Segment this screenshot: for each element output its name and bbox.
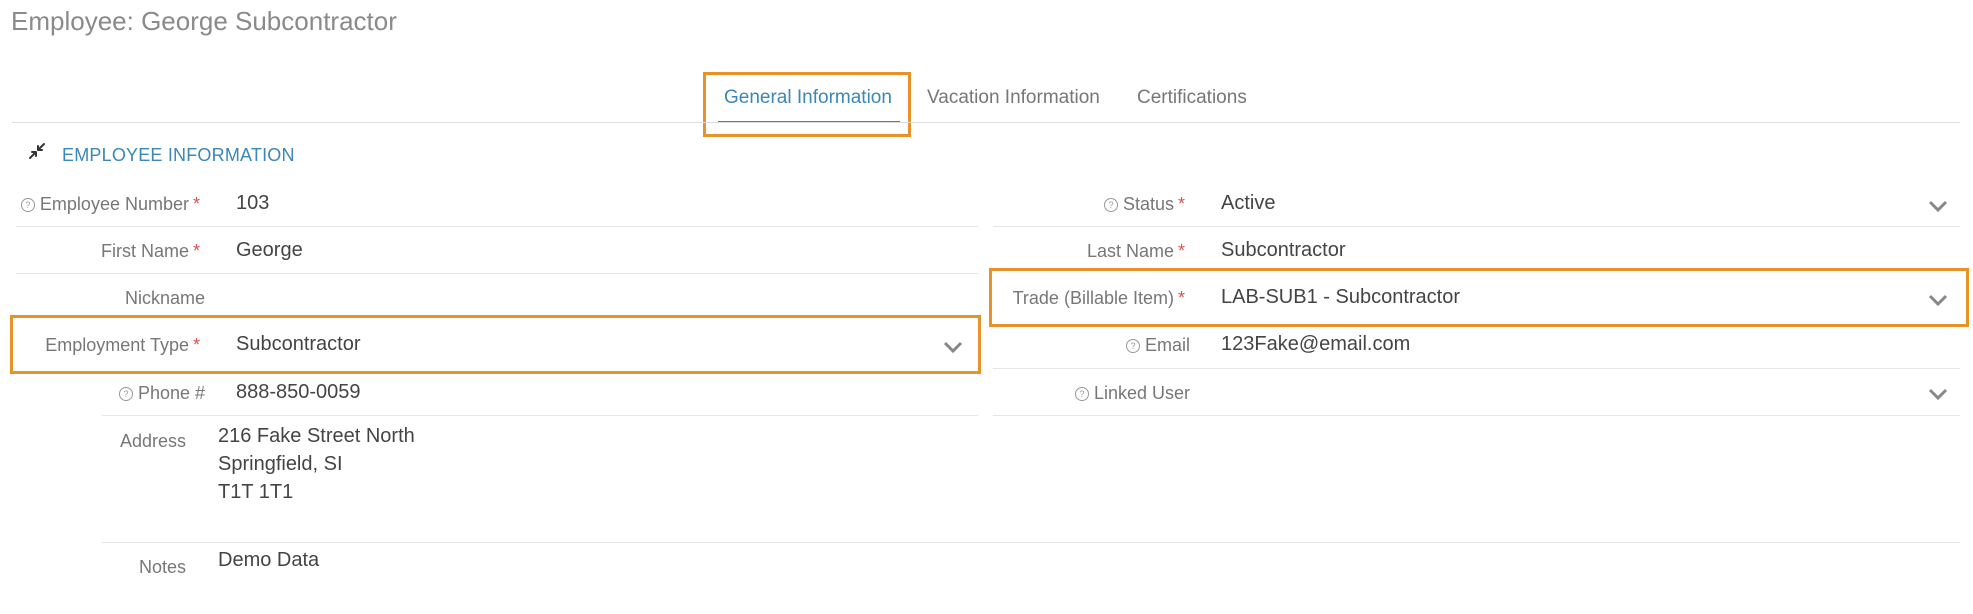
employee-number-field[interactable]: 103 [236, 192, 269, 215]
linked-user-select[interactable] [1221, 381, 1911, 405]
tabs-divider [12, 122, 1960, 123]
employment-type-select[interactable]: Subcontractor [236, 333, 361, 356]
address-line: 216 Fake Street North [218, 425, 415, 447]
nickname-label: Nickname [124, 288, 205, 308]
phone-label: ? Phone # [118, 383, 205, 404]
address-label: Address [119, 431, 186, 451]
section-title[interactable]: EMPLOYEE INFORMATION [62, 145, 295, 166]
email-field[interactable]: 123Fake@email.com [1221, 333, 1410, 356]
trade-select[interactable]: LAB-SUB1 - Subcontractor [1221, 286, 1460, 309]
help-icon[interactable]: ? [1103, 198, 1118, 212]
chevron-down-icon[interactable] [1927, 199, 1949, 213]
row-divider [102, 542, 1960, 543]
nickname-field[interactable] [236, 286, 936, 310]
phone-field[interactable]: 888-850-0059 [236, 381, 361, 404]
first-name-field[interactable]: George [236, 239, 303, 262]
row-divider [993, 415, 1960, 416]
notes-label: Notes [138, 557, 186, 577]
status-label: ? Status * [1103, 194, 1185, 215]
row-divider [102, 415, 978, 416]
chevron-down-icon[interactable] [1927, 387, 1949, 401]
chevron-down-icon[interactable] [1927, 293, 1949, 307]
row-divider [993, 368, 1960, 369]
tab-certifications[interactable]: Certifications [1137, 87, 1247, 109]
help-icon[interactable]: ? [1125, 339, 1140, 353]
help-icon[interactable]: ? [1074, 387, 1089, 401]
help-icon[interactable]: ? [20, 198, 35, 212]
address-line: T1T 1T1 [218, 481, 294, 503]
row-divider [993, 226, 1960, 227]
collapse-arrows-icon[interactable] [28, 142, 46, 160]
row-divider [16, 226, 978, 227]
tab-general-information[interactable]: General Information [724, 87, 892, 109]
notes-field[interactable]: Demo Data [218, 549, 319, 572]
trade-label: Trade (Billable Item) * [1012, 288, 1185, 308]
address-line: Springfield, SI [218, 453, 343, 475]
employment-type-label: Employment Type * [45, 335, 200, 355]
help-icon[interactable]: ? [118, 387, 133, 401]
row-divider [16, 273, 978, 274]
last-name-label: Last Name * [1086, 241, 1185, 261]
status-select[interactable]: Active [1221, 192, 1275, 215]
tab-vacation-information[interactable]: Vacation Information [927, 87, 1100, 109]
chevron-down-icon[interactable] [942, 340, 964, 354]
email-label: ? Email [1125, 335, 1190, 356]
page-title: Employee: George Subcontractor [11, 6, 397, 36]
employee-number-label: ? Employee Number * [20, 194, 200, 215]
linked-user-label: ? Linked User [1074, 383, 1190, 404]
last-name-field[interactable]: Subcontractor [1221, 239, 1346, 262]
first-name-label: First Name * [100, 241, 200, 261]
address-field[interactable]: 216 Fake Street North Springfield, SI T1… [218, 422, 415, 506]
